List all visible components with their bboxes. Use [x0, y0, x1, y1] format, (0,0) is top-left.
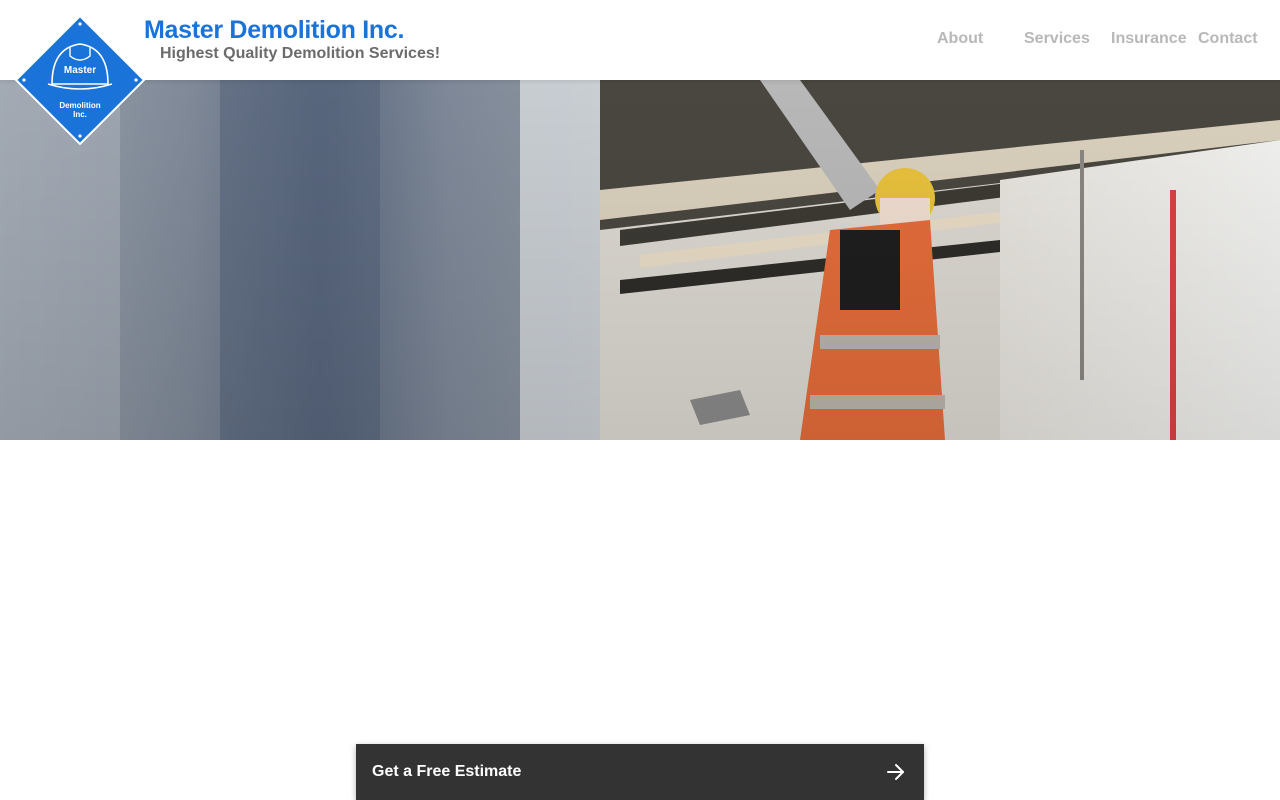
- nav-item-about[interactable]: About: [937, 30, 983, 48]
- hero-image: [0, 80, 1280, 440]
- site-header: Master Demolition Inc. Highest Quality D…: [0, 0, 1280, 80]
- site-tagline: Highest Quality Demolition Services!: [160, 45, 441, 62]
- nav-item-insurance[interactable]: Insurance: [1111, 30, 1187, 48]
- nav-item-services[interactable]: Services: [1024, 30, 1090, 48]
- nav-item-contact[interactable]: Contact: [1198, 30, 1258, 48]
- logo-rivet: [22, 78, 26, 82]
- arrow-right-icon: [886, 762, 906, 782]
- logo-text-bottom-1: Demolition: [59, 101, 100, 110]
- free-estimate-button[interactable]: Get a Free Estimate: [356, 744, 924, 800]
- logo-text-top: Master: [64, 65, 96, 76]
- logo-rivet: [78, 22, 82, 26]
- logo-rivet: [78, 134, 82, 138]
- logo-text-bottom-2: Inc.: [73, 110, 87, 119]
- free-estimate-label: Get a Free Estimate: [372, 763, 522, 780]
- company-logo[interactable]: Master Demolition Inc.: [14, 14, 146, 146]
- logo-rivet: [134, 78, 138, 82]
- logo-diamond: [14, 14, 146, 146]
- site-title[interactable]: Master Demolition Inc.: [144, 16, 404, 45]
